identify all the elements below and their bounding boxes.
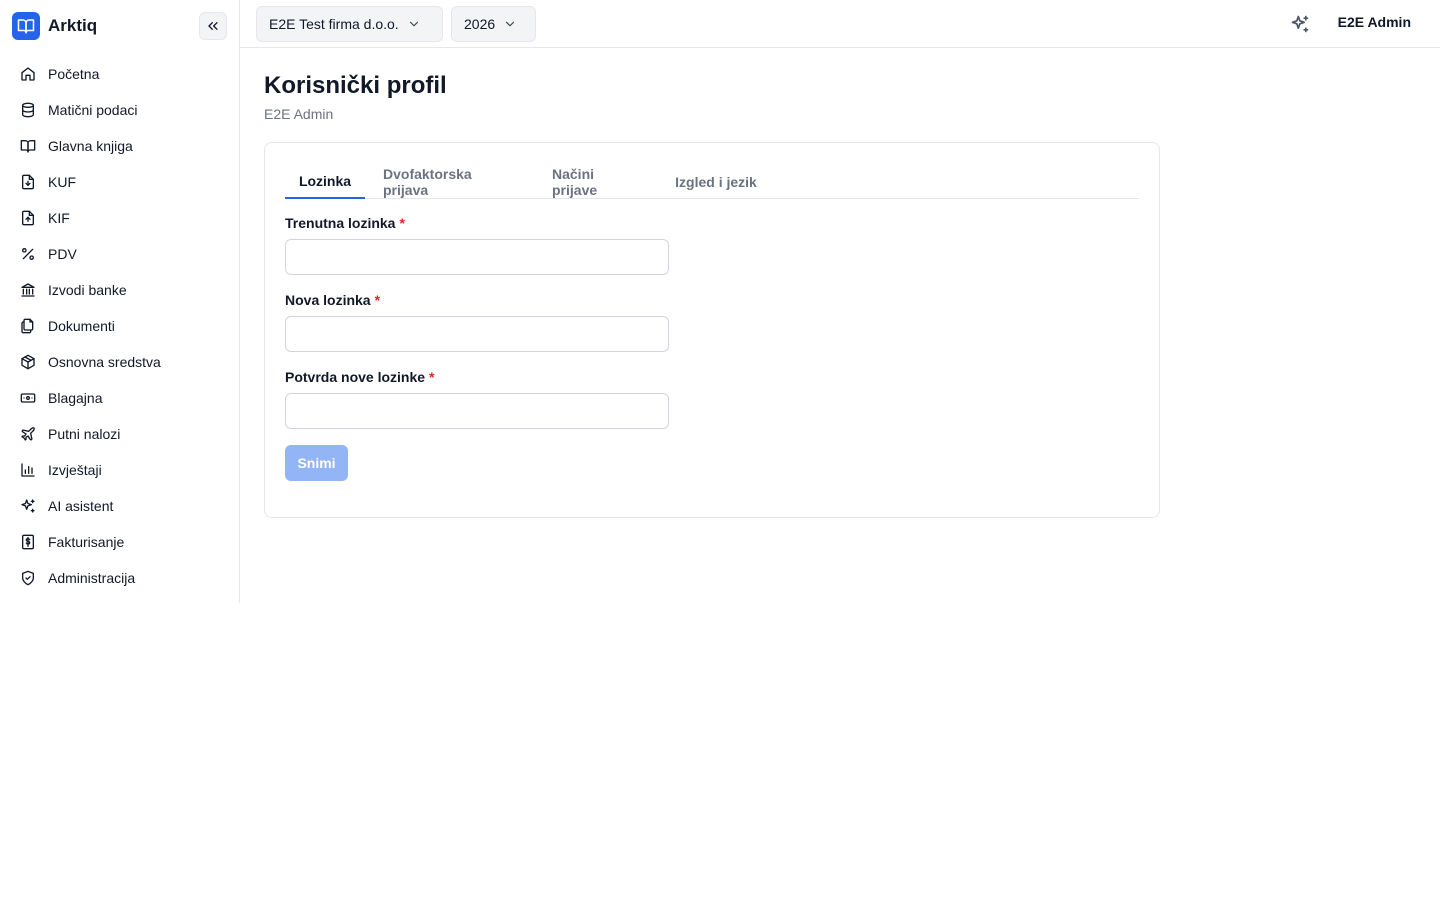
sidebar-item-label: Glavna knjiga xyxy=(48,138,133,154)
sidebar-item-fakturisanje[interactable]: Fakturisanje xyxy=(0,524,239,560)
shield-check-icon xyxy=(20,570,36,586)
sidebar-nav: Početna Matični podaci Glavna knjiga KUF… xyxy=(0,56,239,596)
collapse-sidebar-button[interactable] xyxy=(199,12,227,40)
sidebar-item-maticni-podaci[interactable]: Matični podaci xyxy=(0,92,239,128)
confirm-password-label: Potvrda nove lozinke * xyxy=(285,369,435,385)
sidebar-item-label: Fakturisanje xyxy=(48,534,125,550)
sidebar-item-pdv[interactable]: PDV xyxy=(0,236,239,272)
sidebar-item-label: Dokumenti xyxy=(48,318,115,334)
sidebar-item-putni-nalozi[interactable]: Putni nalozi xyxy=(0,416,239,452)
topbar: E2E Test firma d.o.o. 2026 E2E Admin xyxy=(240,0,1440,48)
sparkles-icon xyxy=(1290,14,1310,34)
sidebar: Arktiq Početna Matični podaci Glavna knj… xyxy=(0,0,240,603)
file-download-icon xyxy=(20,174,36,190)
sidebar-item-label: Početna xyxy=(48,66,100,82)
confirm-password-label-text: Potvrda nove lozinke xyxy=(285,369,426,385)
bank-icon xyxy=(20,282,36,298)
ai-assistant-button[interactable] xyxy=(1288,12,1312,36)
sidebar-item-label: Izvještaji xyxy=(48,462,102,478)
year-select-value: 2026 xyxy=(464,16,496,32)
confirm-password-field[interactable] xyxy=(285,393,669,429)
sidebar-item-izvodi-banke[interactable]: Izvodi banke xyxy=(0,272,239,308)
new-password-field[interactable] xyxy=(285,316,669,352)
percent-icon xyxy=(20,246,36,262)
files-icon xyxy=(20,318,36,334)
sidebar-item-label: Blagajna xyxy=(48,390,103,406)
sidebar-item-pocetna[interactable]: Početna xyxy=(0,56,239,92)
company-select-value: E2E Test firma d.o.o. xyxy=(269,16,399,32)
brand[interactable]: Arktiq xyxy=(12,12,97,40)
company-select[interactable]: E2E Test firma d.o.o. xyxy=(256,6,443,42)
page-subtitle: E2E Admin xyxy=(264,106,334,122)
sidebar-item-ai-asistent[interactable]: AI asistent xyxy=(0,488,239,524)
sidebar-item-dokumenti[interactable]: Dokumenti xyxy=(0,308,239,344)
sparkles-icon xyxy=(20,498,36,514)
profile-tabs: Lozinka Dvofaktorska prijava Načini prij… xyxy=(285,165,1139,199)
sidebar-item-blagajna[interactable]: Blagajna xyxy=(0,380,239,416)
receipt-dollar-icon xyxy=(20,534,36,550)
tab-nacini-prijave[interactable]: Načini prijave xyxy=(552,165,643,199)
new-password-label-text: Nova lozinka xyxy=(285,292,371,308)
profile-card: Lozinka Dvofaktorska prijava Načini prij… xyxy=(264,142,1160,518)
sidebar-item-administracija[interactable]: Administracija xyxy=(0,560,239,596)
tab-izgled-i-jezik[interactable]: Izgled i jezik xyxy=(675,165,757,199)
book-open-icon xyxy=(20,138,36,154)
sidebar-item-label: KUF xyxy=(48,174,76,190)
required-mark: * xyxy=(399,215,405,231)
sidebar-item-label: Matični podaci xyxy=(48,102,138,118)
chevron-down-icon xyxy=(503,17,517,31)
tab-lozinka[interactable]: Lozinka xyxy=(285,165,365,199)
year-select[interactable]: 2026 xyxy=(451,6,536,42)
app-name: Arktiq xyxy=(48,16,98,35)
sidebar-item-label: Osnovna sredstva xyxy=(48,354,161,370)
sidebar-item-label: KIF xyxy=(48,210,70,226)
required-mark: * xyxy=(374,292,381,308)
current-password-label: Trenutna lozinka * xyxy=(285,215,405,231)
chevron-down-icon xyxy=(407,17,421,31)
sidebar-item-label: PDV xyxy=(48,246,77,262)
sidebar-item-kif[interactable]: KIF xyxy=(0,200,239,236)
current-password-label-text: Trenutna lozinka xyxy=(285,215,396,231)
sidebar-item-izvjestaji[interactable]: Izvještaji xyxy=(0,452,239,488)
tab-dvofaktorska-prijava[interactable]: Dvofaktorska prijava xyxy=(383,165,520,199)
new-password-label: Nova lozinka * xyxy=(285,292,380,308)
chevrons-left-icon xyxy=(205,18,221,34)
sidebar-item-label: Administracija xyxy=(48,570,136,586)
sidebar-item-label: AI asistent xyxy=(48,498,114,514)
book-open-icon xyxy=(12,12,40,40)
plane-icon xyxy=(20,426,36,442)
user-menu-button[interactable]: E2E Admin xyxy=(1338,14,1411,30)
sidebar-item-glavna-knjiga[interactable]: Glavna knjiga xyxy=(0,128,239,164)
sidebar-item-osnovna-sredstva[interactable]: Osnovna sredstva xyxy=(0,344,239,380)
package-icon xyxy=(20,354,36,370)
sidebar-item-kuf[interactable]: KUF xyxy=(0,164,239,200)
save-button[interactable]: Snimi xyxy=(285,445,348,481)
banknote-icon xyxy=(20,390,36,406)
sidebar-item-label: Putni nalozi xyxy=(48,426,121,442)
bar-chart-icon xyxy=(20,462,36,478)
database-icon xyxy=(20,102,36,118)
current-password-field[interactable] xyxy=(285,239,669,275)
sidebar-item-label: Izvodi banke xyxy=(48,282,127,298)
required-mark: * xyxy=(429,369,435,385)
file-upload-icon xyxy=(20,210,36,226)
home-icon xyxy=(20,66,36,82)
page-title: Korisnički profil xyxy=(264,72,447,99)
